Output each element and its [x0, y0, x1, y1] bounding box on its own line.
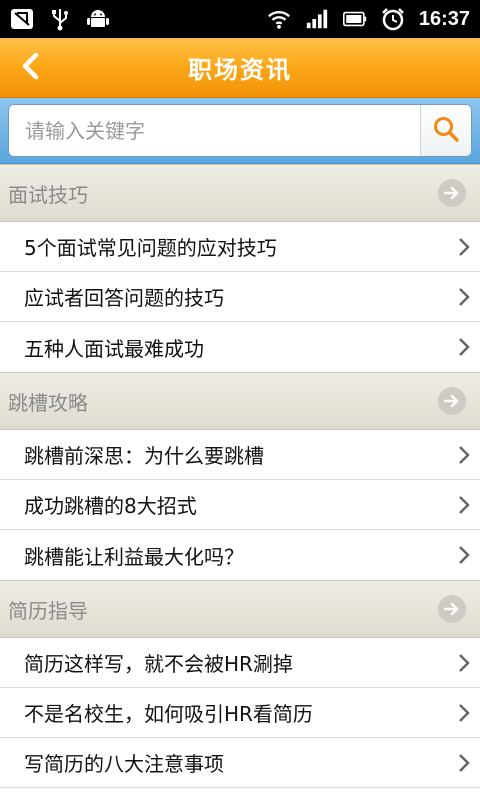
page-title: 职场资讯	[188, 56, 292, 84]
usb-icon	[48, 7, 72, 31]
list-item-label: 跳槽前深思：为什么要跳槽	[24, 444, 264, 468]
magnifier-icon	[432, 115, 460, 147]
list-item[interactable]: 应试者回答问题的技巧	[0, 272, 480, 322]
circle-arrow-right-icon	[438, 595, 466, 623]
list-item[interactable]: 五种人面试最难成功	[0, 322, 480, 372]
chevron-right-icon	[456, 545, 472, 565]
back-button[interactable]	[8, 46, 52, 90]
list-item-label: 写简历的八大注意事项	[24, 752, 224, 776]
list-item[interactable]: 5个面试常见问题的应对技巧	[0, 222, 480, 272]
section-title: 简历指导	[8, 598, 88, 623]
list-item-label: 5个面试常见问题的应对技巧	[24, 236, 277, 260]
alarm-clock-icon	[381, 7, 405, 31]
section-title: 面试技巧	[8, 182, 88, 207]
list-item-label: 不是名校生，如何吸引HR看简历	[24, 702, 313, 726]
list-item[interactable]: 简历这样写，就不会被HR涮掉	[0, 638, 480, 688]
chevron-right-icon	[456, 495, 472, 515]
battery-icon	[342, 7, 367, 31]
list-item[interactable]: 写简历的八大注意事项	[0, 738, 480, 788]
list-item-label: 简历这样写，就不会被HR涮掉	[24, 652, 293, 676]
section-header-resume[interactable]: 简历指导	[0, 580, 480, 638]
list-item-label: 成功跳槽的8大招式	[24, 494, 197, 518]
chevron-right-icon	[456, 287, 472, 307]
circle-arrow-right-icon	[438, 179, 466, 207]
clock-time: 16:37	[418, 7, 470, 30]
list-item-label: 跳槽能让利益最大化吗？	[24, 544, 244, 569]
chevron-right-icon	[456, 753, 472, 773]
chevron-right-icon	[456, 337, 472, 357]
list-item[interactable]: 跳槽前深思：为什么要跳槽	[0, 430, 480, 480]
search-box	[8, 104, 472, 157]
status-right-icons: 16:37	[267, 7, 470, 31]
section-header-job-hopping[interactable]: 跳槽攻略	[0, 372, 480, 430]
list-item[interactable]: 不是名校生，如何吸引HR看简历	[0, 688, 480, 738]
list-item-label: 五种人面试最难成功	[24, 336, 204, 361]
android-debug-icon	[86, 7, 110, 31]
cell-signal-icon	[305, 7, 329, 31]
chevron-right-icon	[456, 237, 472, 257]
circle-arrow-right-icon	[438, 387, 466, 415]
chevron-right-icon	[456, 703, 472, 723]
chevron-left-icon	[20, 52, 40, 84]
list-item[interactable]: 成功跳槽的8大招式	[0, 480, 480, 530]
phone-signal-icon	[10, 7, 34, 31]
content-list: 面试技巧 5个面试常见问题的应对技巧 应试者回答问题的技巧 五种人面试最难成功 …	[0, 164, 480, 788]
chevron-right-icon	[456, 653, 472, 673]
search-bar	[0, 98, 480, 164]
search-input[interactable]	[9, 105, 420, 156]
list-item-label: 应试者回答问题的技巧	[24, 286, 224, 310]
chevron-right-icon	[456, 445, 472, 465]
list-item[interactable]: 跳槽能让利益最大化吗？	[0, 530, 480, 580]
wifi-icon	[267, 7, 291, 31]
section-header-interview[interactable]: 面试技巧	[0, 164, 480, 222]
status-bar: 16:37	[0, 0, 480, 38]
section-title: 跳槽攻略	[8, 390, 88, 415]
title-bar: 职场资讯	[0, 38, 480, 98]
search-button[interactable]	[420, 105, 471, 156]
status-left-icons	[10, 7, 110, 31]
